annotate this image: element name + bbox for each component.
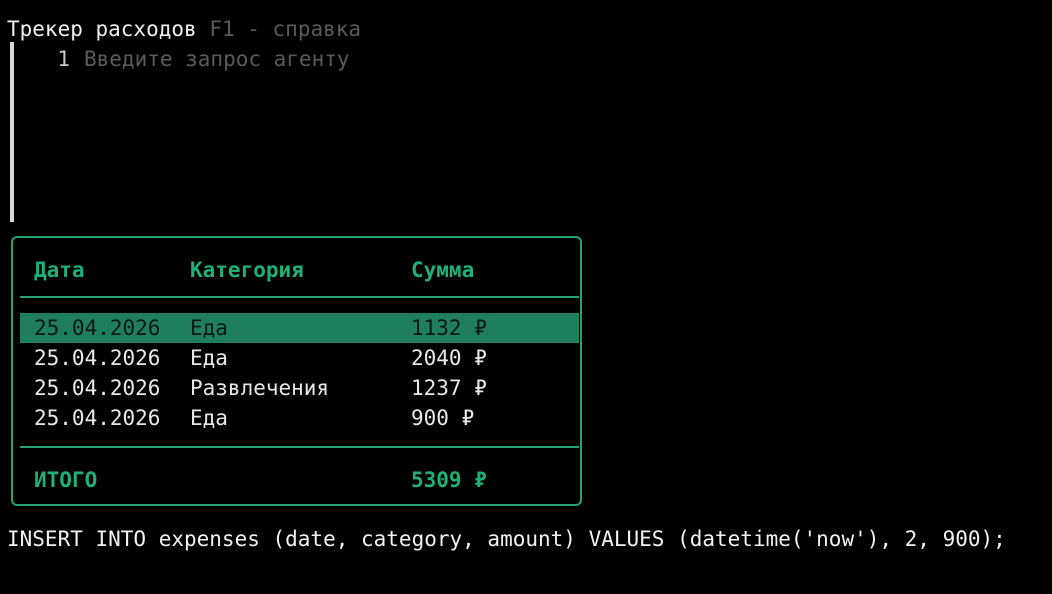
table-row[interactable]: 25.04.2026 Еда 900 ₽ — [20, 403, 579, 433]
header-divider — [20, 296, 579, 298]
cell-category: Еда — [190, 346, 228, 370]
line-number: 1 — [57, 47, 70, 71]
cell-category: Еда — [190, 406, 228, 430]
column-header-amount: Сумма — [411, 258, 475, 282]
title-bar: Трекер расходов F1 - справка — [7, 14, 361, 44]
app-title: Трекер расходов — [7, 17, 197, 41]
cell-amount: 2040 ₽ — [411, 346, 487, 370]
column-header-date: Дата — [34, 258, 85, 282]
cell-amount: 1237 ₽ — [411, 376, 487, 400]
query-editor[interactable]: 1 Введите запрос агенту — [10, 42, 1040, 222]
editor-line[interactable]: 1 Введите запрос агенту — [14, 44, 350, 74]
cell-amount: 900 ₽ — [411, 406, 475, 430]
table-header: Дата Категория Сумма — [20, 255, 579, 285]
cell-amount: 1132 ₽ — [411, 316, 487, 340]
table-row[interactable]: 25.04.2026 Еда 1132 ₽ — [20, 313, 579, 343]
query-input-placeholder[interactable]: Введите запрос агенту — [84, 47, 350, 71]
cell-date: 25.04.2026 — [34, 376, 161, 400]
cell-date: 25.04.2026 — [34, 316, 161, 340]
total-row: ИТОГО 5309 ₽ — [20, 465, 579, 495]
sql-output: INSERT INTO expenses (date, category, am… — [7, 527, 1006, 551]
cell-category: Еда — [190, 316, 228, 340]
expenses-table: Дата Категория Сумма 25.04.2026 Еда 1132… — [11, 236, 582, 506]
total-divider — [20, 446, 579, 448]
total-value: 5309 ₽ — [411, 468, 487, 492]
cell-date: 25.04.2026 — [34, 406, 161, 430]
cell-category: Развлечения — [190, 376, 330, 400]
column-header-category: Категория — [190, 258, 304, 282]
help-hint: F1 - справка — [209, 17, 362, 41]
total-label: ИТОГО — [34, 468, 98, 492]
table-row[interactable]: 25.04.2026 Развлечения 1237 ₽ — [20, 373, 579, 403]
cell-date: 25.04.2026 — [34, 346, 161, 370]
table-row[interactable]: 25.04.2026 Еда 2040 ₽ — [20, 343, 579, 373]
